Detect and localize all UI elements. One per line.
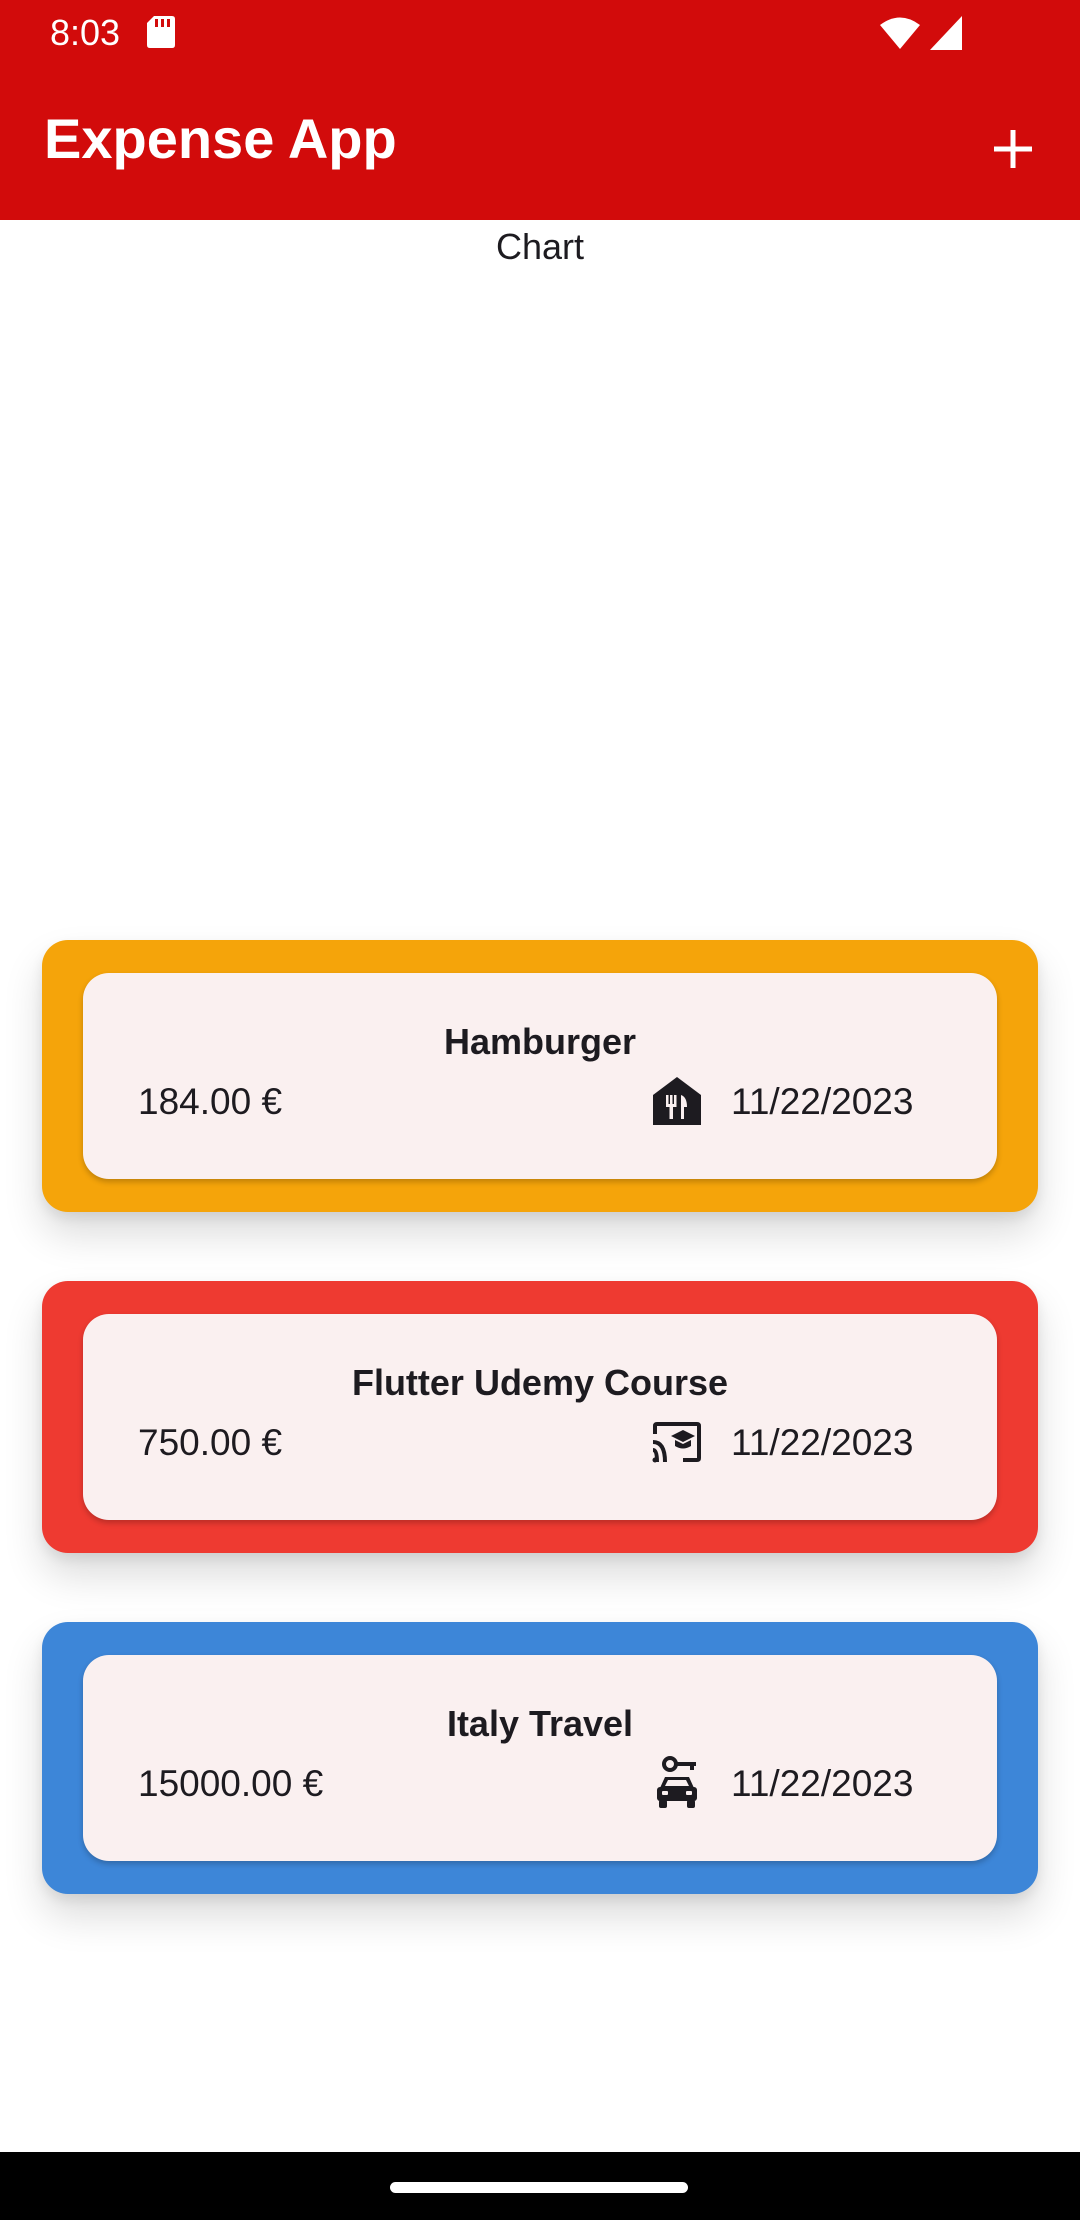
sd-card-icon bbox=[147, 16, 175, 48]
car-rental-icon bbox=[657, 1756, 697, 1808]
status-time: 8:03 bbox=[50, 12, 121, 53]
add-expense-button[interactable] bbox=[976, 112, 1050, 186]
expense-card-content: Flutter Udemy Course 750.00 € 11/22/2023 bbox=[83, 1314, 997, 1520]
app-title: Expense App bbox=[44, 107, 397, 170]
navigation-bar bbox=[0, 2152, 1080, 2220]
status-bar: 8:03 bbox=[0, 0, 1080, 66]
expense-date: 11/22/2023 bbox=[731, 1763, 914, 1804]
cast-for-education-icon bbox=[652, 1422, 701, 1463]
app-bar: Expense App bbox=[0, 66, 1080, 220]
wifi-icon bbox=[880, 17, 920, 49]
expense-title: Flutter Udemy Course bbox=[351, 1362, 729, 1403]
expense-amount: 184.00 € bbox=[138, 1081, 283, 1122]
add-icon bbox=[994, 130, 1032, 168]
expense-title: Italy Travel bbox=[446, 1703, 634, 1744]
expense-date: 11/22/2023 bbox=[731, 1422, 914, 1463]
chart-label: Chart bbox=[495, 226, 585, 267]
expense-card-hamburger[interactable]: Hamburger 184.00 € 11/22/2023 bbox=[42, 940, 1038, 1212]
expense-title: Hamburger bbox=[443, 1021, 637, 1062]
expense-amount: 750.00 € bbox=[138, 1422, 283, 1463]
expense-card-content: Hamburger 184.00 € 11/22/2023 bbox=[83, 973, 997, 1179]
cell-signal-icon bbox=[930, 16, 962, 50]
expense-card-flutter-udemy-course[interactable]: Flutter Udemy Course 750.00 € 11/22/2023 bbox=[42, 1281, 1038, 1553]
expense-date: 11/22/2023 bbox=[731, 1081, 914, 1122]
expense-amount: 15000.00 € bbox=[138, 1763, 324, 1804]
expense-card-italy-travel[interactable]: Italy Travel 15000.00 € 11/22/2023 bbox=[42, 1622, 1038, 1894]
expense-card-content: Italy Travel 15000.00 € 11/22/2023 bbox=[83, 1655, 997, 1861]
screen: 8:03 Expense App Chart Hamburger 184.00 … bbox=[0, 0, 1080, 2220]
home-indicator[interactable] bbox=[390, 2182, 688, 2193]
restaurant-icon bbox=[653, 1077, 701, 1125]
